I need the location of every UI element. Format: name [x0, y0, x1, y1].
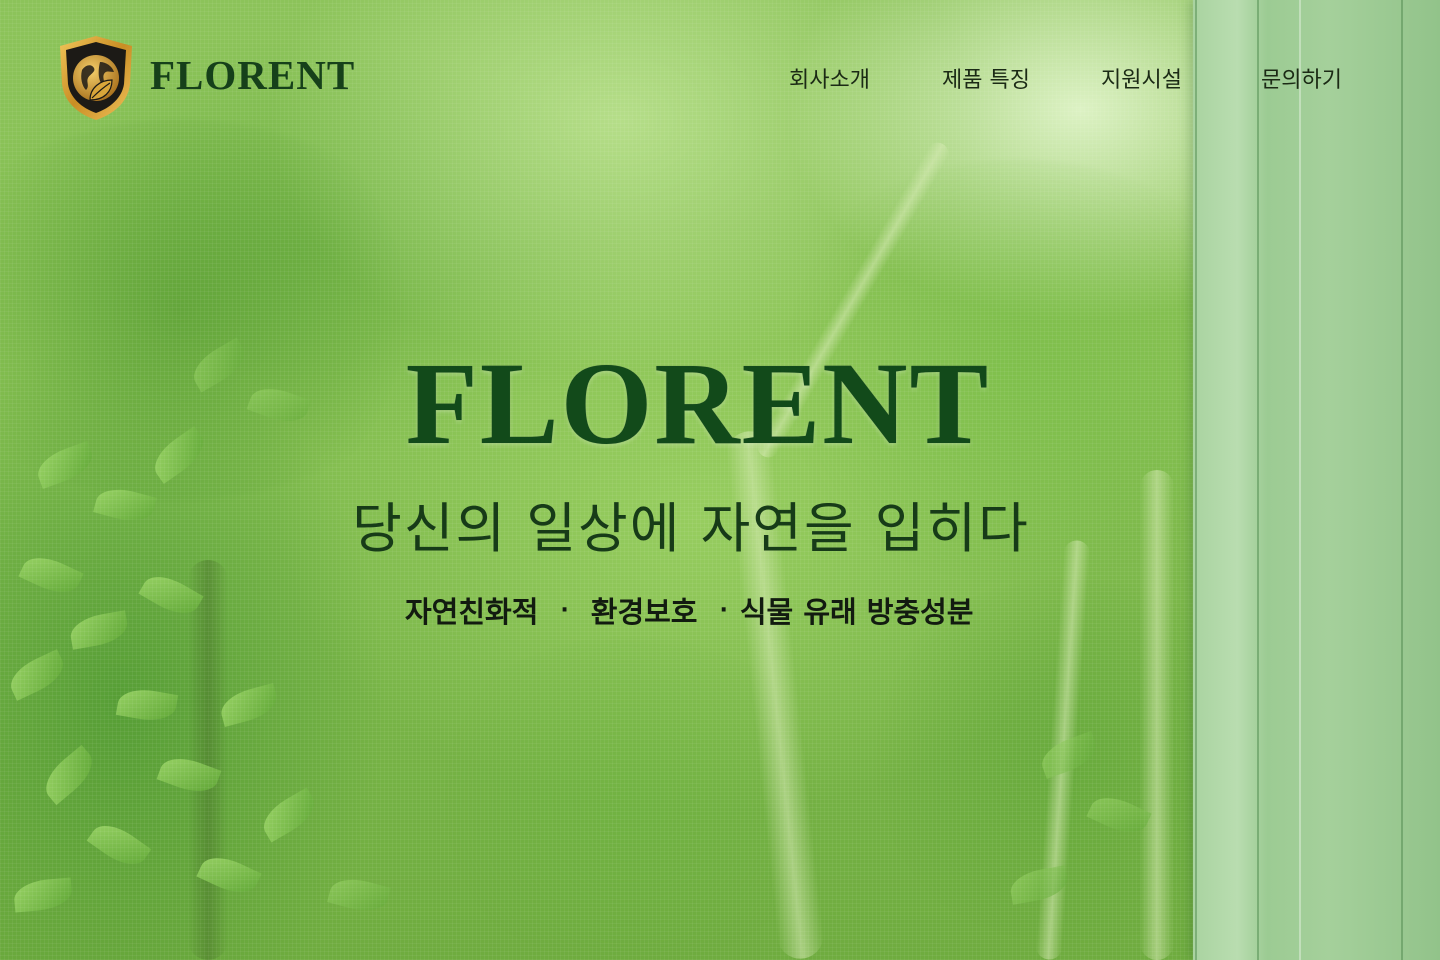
feature-separator: ·: [719, 597, 728, 623]
nav-features[interactable]: 제품 특징: [942, 62, 1030, 94]
feature-eco-friendly: 자연친화적: [405, 595, 539, 629]
hero-features: 자연친화적 · 환경보호 · 식물 유래 방충성분: [405, 590, 974, 630]
feature-environment: 환경보호: [590, 595, 698, 629]
hero-title: FLORENT: [405, 338, 991, 469]
hero-subtitle: 당신의 일상에 자연을 입히다: [352, 497, 1030, 560]
main-nav: 회사소개 제품 특징 지원시설 문의하기: [0, 62, 1440, 98]
feature-plant-repellent: 식물 유래 방충성분: [739, 595, 974, 629]
nav-facilities[interactable]: 지원시설: [1101, 62, 1182, 94]
feature-separator: ·: [560, 597, 569, 623]
nav-contact[interactable]: 문의하기: [1261, 62, 1342, 94]
nav-about[interactable]: 회사소개: [789, 62, 870, 94]
site-header: FLORENT 회사소개 제품 특징 지원시설 문의하기: [0, 0, 1440, 150]
